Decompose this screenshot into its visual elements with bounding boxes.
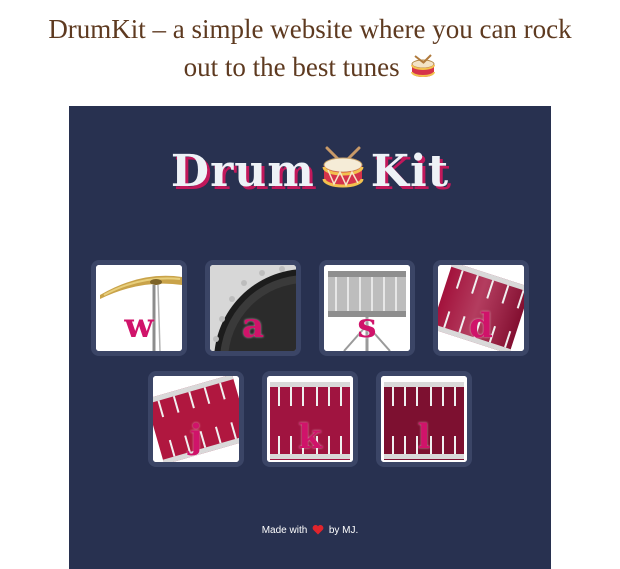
drum-key-a[interactable]: a bbox=[205, 260, 301, 356]
title-drum: Drum bbox=[170, 146, 315, 197]
drum-key-d[interactable]: d bbox=[433, 260, 529, 356]
title-kit: Kit bbox=[370, 146, 450, 197]
key-letter: j bbox=[189, 417, 203, 457]
page-caption: DrumKit – a simple website where you can… bbox=[0, 10, 620, 90]
footer-made-with: Made with bbox=[261, 525, 308, 536]
caption-line-2-wrap: out to the best tunes bbox=[0, 48, 620, 90]
app-title: Drum Kit bbox=[69, 142, 551, 208]
key-letter: l bbox=[417, 417, 431, 457]
key-letter: s bbox=[357, 306, 377, 346]
drum-key-w[interactable]: w bbox=[91, 260, 187, 356]
footer-by: by MJ. bbox=[328, 525, 359, 536]
key-letter: k bbox=[298, 417, 322, 457]
footer: Made with by MJ. bbox=[69, 524, 551, 538]
drum-key-s[interactable]: s bbox=[319, 260, 415, 356]
drum-key-j[interactable]: j bbox=[148, 371, 244, 467]
key-letter: w bbox=[124, 306, 154, 346]
heart-icon bbox=[312, 524, 324, 538]
drumkit-app: Drum Kit w a s d j k l Made with by MJ. bbox=[69, 106, 551, 569]
drum-key-l[interactable]: l bbox=[376, 371, 472, 467]
drum-icon bbox=[410, 52, 436, 90]
drum-key-k[interactable]: k bbox=[262, 371, 358, 467]
caption-line-1: DrumKit – a simple website where you can… bbox=[48, 14, 572, 44]
drum-icon bbox=[321, 146, 365, 208]
key-letter: d bbox=[469, 306, 493, 346]
key-letter: a bbox=[241, 306, 265, 346]
caption-line-2: out to the best tunes bbox=[183, 52, 400, 82]
